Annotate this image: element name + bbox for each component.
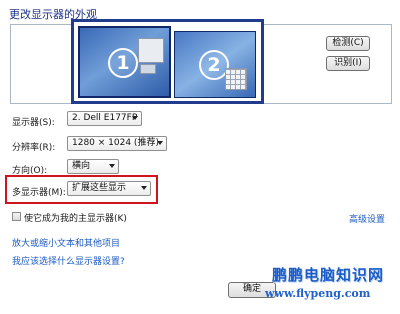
desktop-gadget-icon [138,38,164,63]
detect-button[interactable]: 检测(C) [326,36,370,51]
primary-display-checkbox-label[interactable]: 使它成为我的主显示器(K) [24,211,127,224]
calendar-gadget-icon [225,68,247,90]
chevron-down-icon [157,141,163,145]
advanced-settings-link[interactable]: 高级设置 [349,212,385,225]
site-watermark-url: www.flypeng.com [265,287,371,300]
display-select[interactable]: 2. Dell E177FP [67,111,142,126]
display-select-value: 2. Dell E177FP [72,113,138,123]
chevron-down-icon [109,164,115,168]
chevron-down-icon [132,116,138,120]
resolution-label: 分辨率(R): [12,143,56,153]
resolution-select-value: 1280 × 1024 (推荐) [72,138,159,148]
monitor-2-tile[interactable]: 2 [174,31,256,98]
resolution-select[interactable]: 1280 × 1024 (推荐) [67,136,167,151]
primary-display-checkbox[interactable] [12,212,21,221]
orientation-select-value: 横向 [72,161,91,171]
multi-display-label: 多显示器(M): [12,188,66,198]
chevron-down-icon [141,186,147,190]
monitor-1-number: 1 [108,48,138,78]
monitor-1-tile[interactable]: 1 [78,26,171,98]
identify-button[interactable]: 识别(I) [326,56,370,71]
site-watermark-name: 鹏鹏电脑知识网 [272,266,385,284]
desktop-gadget-small-icon [140,64,156,74]
text-size-link[interactable]: 放大或缩小文本和其他项目 [12,236,120,249]
display-settings-help-link[interactable]: 我应该选择什么显示器设置? [12,254,125,267]
multi-display-select-value: 扩展这些显示 [72,183,127,193]
display-label: 显示器(S): [12,118,55,128]
orientation-select[interactable]: 横向 [67,159,119,174]
multi-display-select[interactable]: 扩展这些显示 [67,181,151,196]
